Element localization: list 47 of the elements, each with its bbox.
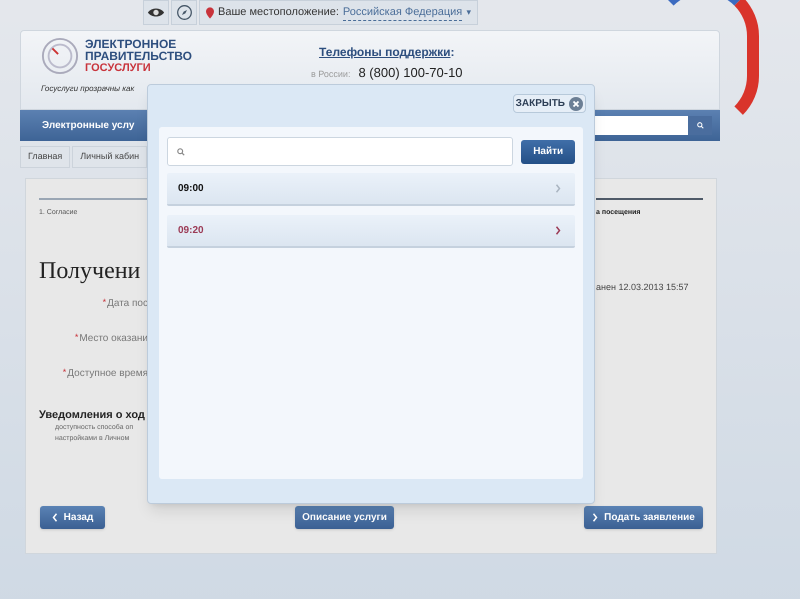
close-button[interactable]: ЗАКРЫТЬ (512, 94, 586, 113)
tagline: Госуслуги прозрачны как (41, 83, 136, 95)
breadcrumb[interactable]: Главная (20, 146, 70, 168)
location-label: Ваше местоположение: (218, 5, 339, 20)
field-label: Место оказани (79, 332, 148, 346)
breadcrumb[interactable]: Личный кабин (72, 146, 148, 168)
logo-title: ПРАВИТЕЛЬСТВО (85, 50, 192, 62)
logo-icon (41, 37, 79, 75)
saved-note: анен 12.03.2013 15:57 (596, 280, 690, 294)
eye-button[interactable] (143, 0, 169, 25)
phone-label: в России: (311, 68, 350, 81)
chevron-left-icon (52, 512, 58, 522)
description-button[interactable]: Описание услуги (295, 506, 394, 528)
search-icon (696, 122, 704, 129)
chevron-right-icon (555, 226, 561, 235)
close-icon (569, 96, 583, 110)
eye-icon (147, 7, 165, 18)
field-label: Доступное время (67, 366, 148, 380)
compass-button[interactable] (171, 0, 197, 25)
phone-number: 8 (800) 100-70-10 (358, 64, 463, 82)
compass-icon (176, 4, 192, 21)
map-pin-icon (206, 6, 214, 18)
back-button[interactable]: Назад (40, 506, 105, 528)
notifications-title: Уведомления о ход (39, 408, 146, 422)
nav-search-button[interactable] (688, 116, 712, 135)
time-label: 09:20 (178, 224, 204, 238)
submit-button[interactable]: Подать заявление (584, 506, 703, 528)
required-mark: * (74, 330, 78, 344)
nav-search-field[interactable] (593, 116, 688, 135)
field-label: Дата пос (107, 296, 148, 310)
page-heading: Получени (39, 256, 142, 286)
time-label: 09:00 (178, 182, 204, 196)
time-slot[interactable]: 09:20 (167, 215, 575, 248)
find-button[interactable]: Найти (521, 140, 575, 164)
logo-subtitle: ГОСУСЛУГИ (85, 62, 152, 74)
chevron-right-icon (555, 184, 561, 193)
nav-title[interactable]: Электронные услу (42, 118, 134, 133)
required-mark: * (102, 296, 106, 308)
search-icon (177, 148, 185, 156)
caret-icon: ▾ (466, 6, 472, 20)
search-field[interactable] (167, 137, 514, 166)
chevron-right-icon (592, 512, 598, 522)
location-link[interactable]: Российская Федерация (342, 4, 462, 22)
time-slot[interactable]: 09:00 (167, 173, 575, 206)
logo-title: ЭЛЕКТРОННОЕ (85, 38, 178, 50)
support-title: Телефоны поддержки: (319, 44, 454, 61)
required-mark: * (62, 366, 66, 378)
